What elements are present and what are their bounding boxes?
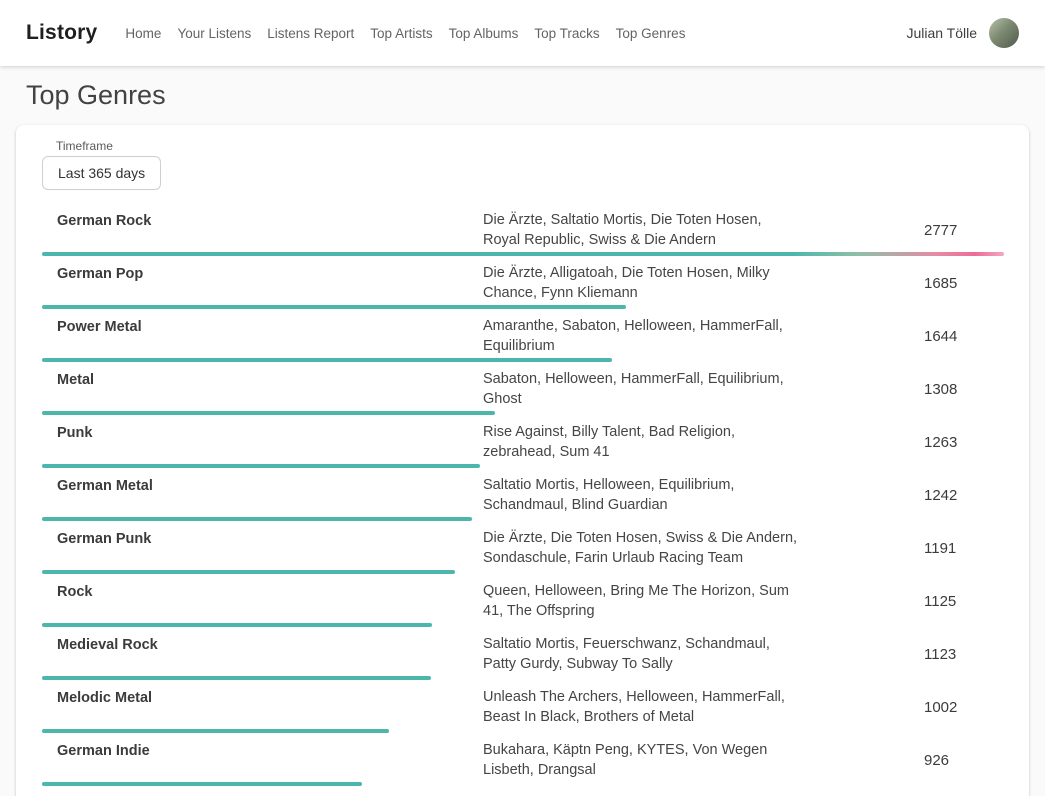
nav-item-listens-report[interactable]: Listens Report (267, 26, 354, 41)
genre-row: Metal Sabaton, Helloween, HammerFall, Eq… (42, 363, 1004, 416)
genre-name: German Rock (42, 210, 483, 231)
genre-bar (42, 729, 389, 733)
nav-item-top-tracks[interactable]: Top Tracks (534, 26, 599, 41)
genre-artists: Queen, Helloween, Bring Me The Horizon, … (483, 581, 801, 621)
timeframe-select[interactable]: Last 365 days (42, 156, 161, 190)
genre-count: 1308 (924, 381, 1004, 398)
genre-row: Power Metal Amaranthe, Sabaton, Hellowee… (42, 310, 1004, 363)
genre-row: German Rock Die Ärzte, Saltatio Mortis, … (42, 204, 1004, 257)
genre-row: German Indie Bukahara, Käptn Peng, KYTES… (42, 734, 1004, 787)
nav-item-your-listens[interactable]: Your Listens (177, 26, 251, 41)
genre-name: German Indie (42, 740, 483, 761)
genre-count: 1685 (924, 275, 1004, 292)
genre-count: 1125 (924, 593, 1004, 610)
genre-row: Punk Rise Against, Billy Talent, Bad Rel… (42, 416, 1004, 469)
genre-count: 1644 (924, 328, 1004, 345)
genre-count: 2777 (924, 222, 1004, 239)
genre-bar (42, 676, 431, 680)
timeframe-filter: Timeframe Last 365 days (42, 139, 1004, 190)
user-name: Julian Tölle (906, 25, 977, 41)
genre-artists: Unleash The Archers, Helloween, HammerFa… (483, 687, 801, 727)
genre-table-body: German Rock Die Ärzte, Saltatio Mortis, … (42, 204, 1004, 787)
genre-artists: Rise Against, Billy Talent, Bad Religion… (483, 422, 801, 462)
genre-name: Melodic Metal (42, 687, 483, 708)
genre-bar (42, 623, 432, 627)
genre-name: Metal (42, 369, 483, 390)
genre-artists: Die Ärzte, Saltatio Mortis, Die Toten Ho… (483, 210, 801, 250)
genre-artists: Saltatio Mortis, Helloween, Equilibrium,… (483, 475, 801, 515)
nav-links: Home Your Listens Listens Report Top Artist… (125, 26, 906, 41)
user-avatar[interactable] (989, 18, 1019, 48)
top-genres-card: Timeframe Last 365 days German Rock Die … (16, 125, 1029, 796)
genre-name: German Punk (42, 528, 483, 549)
genre-count: 1263 (924, 434, 1004, 451)
genre-name: German Pop (42, 263, 483, 284)
genre-bar (42, 464, 480, 468)
genre-bar (42, 252, 1004, 256)
genre-name: Rock (42, 581, 483, 602)
genre-row: German Punk Die Ärzte, Die Toten Hosen, … (42, 522, 1004, 575)
genre-bar (42, 411, 495, 415)
genre-name: German Metal (42, 475, 483, 496)
main-content: Top Genres Timeframe Last 365 days Germa… (0, 80, 1045, 796)
app-logo[interactable]: Listory (26, 21, 97, 45)
genre-count: 1191 (924, 540, 1004, 557)
genre-row: Medieval Rock Saltatio Mortis, Feuerschw… (42, 628, 1004, 681)
genre-bar (42, 358, 612, 362)
nav-item-home[interactable]: Home (125, 26, 161, 41)
genre-count: 926 (924, 752, 1004, 769)
genre-count: 1123 (924, 646, 1004, 663)
genre-name: Power Metal (42, 316, 483, 337)
genre-artists: Saltatio Mortis, Feuerschwanz, Schandmau… (483, 634, 801, 674)
top-nav: Listory Home Your Listens Listens Report To… (0, 0, 1045, 66)
nav-item-top-genres[interactable]: Top Genres (616, 26, 686, 41)
nav-item-top-albums[interactable]: Top Albums (449, 26, 519, 41)
user-area: Julian Tölle (906, 18, 1019, 48)
genre-artists: Sabaton, Helloween, HammerFall, Equilibr… (483, 369, 801, 409)
genre-artists: Die Ärzte, Alligatoah, Die Toten Hosen, … (483, 263, 801, 303)
genre-count: 1242 (924, 487, 1004, 504)
genre-row: German Metal Saltatio Mortis, Helloween,… (42, 469, 1004, 522)
genre-bar (42, 782, 362, 786)
genre-row: Rock Queen, Helloween, Bring Me The Hori… (42, 575, 1004, 628)
genre-name: Medieval Rock (42, 634, 483, 655)
genre-row: German Pop Die Ärzte, Alligatoah, Die To… (42, 257, 1004, 310)
genre-artists: Bukahara, Käptn Peng, KYTES, Von Wegen L… (483, 740, 801, 780)
timeframe-label: Timeframe (56, 139, 1004, 153)
genre-artists: Amaranthe, Sabaton, Helloween, HammerFal… (483, 316, 801, 356)
genre-count: 1002 (924, 699, 1004, 716)
genre-name: Punk (42, 422, 483, 443)
genre-bar (42, 570, 455, 574)
genre-bar (42, 517, 472, 521)
page-title: Top Genres (26, 80, 1045, 111)
nav-item-top-artists[interactable]: Top Artists (370, 26, 432, 41)
genre-artists: Die Ärzte, Die Toten Hosen, Swiss & Die … (483, 528, 801, 568)
genre-row: Melodic Metal Unleash The Archers, Hello… (42, 681, 1004, 734)
genre-bar (42, 305, 626, 309)
